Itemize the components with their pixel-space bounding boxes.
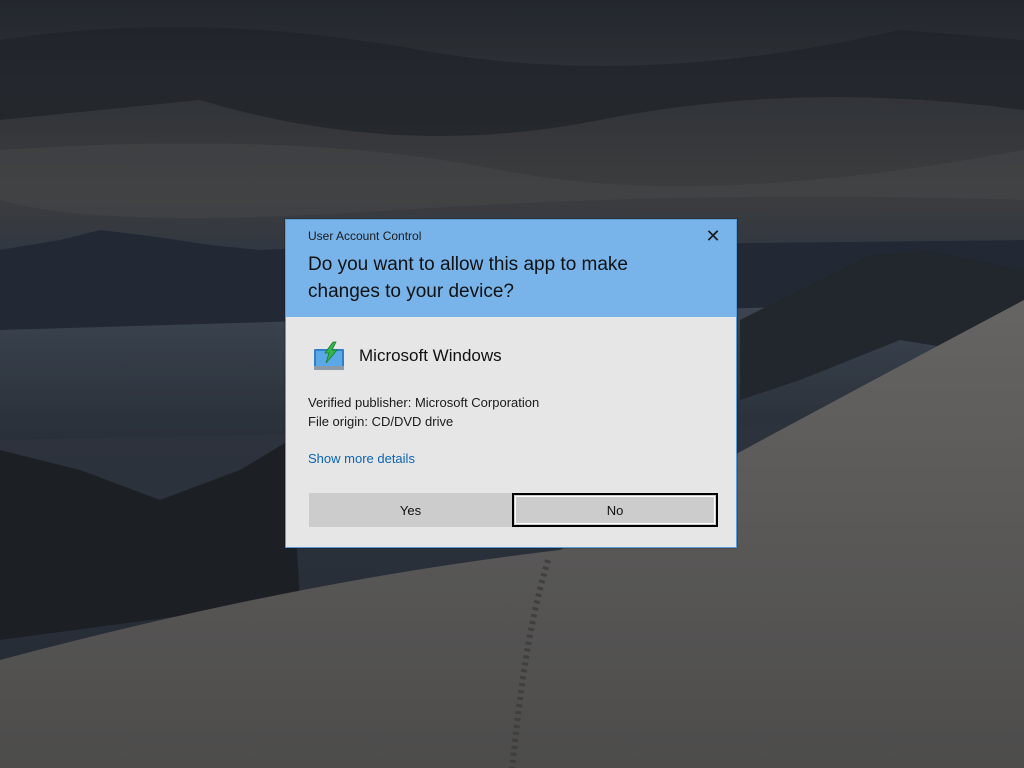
origin-line: File origin: CD/DVD drive <box>308 414 454 429</box>
publisher-line: Verified publisher: Microsoft Corporatio… <box>308 395 540 410</box>
yes-button[interactable]: Yes <box>309 493 512 527</box>
desktop-background: User Account Control ✕ Do you want to al… <box>0 0 1024 768</box>
app-row: Microsoft Windows <box>308 339 714 373</box>
uac-question: Do you want to allow this app to make ch… <box>308 254 629 302</box>
show-more-details-link[interactable]: Show more details <box>308 451 415 466</box>
app-name: Microsoft Windows <box>359 346 502 365</box>
dialog-buttons: Yes No <box>309 493 718 527</box>
windows-setup-icon <box>314 341 344 370</box>
dialog-title: User Account Control <box>308 229 422 243</box>
close-icon[interactable]: ✕ <box>702 226 724 246</box>
no-button[interactable]: No <box>512 493 718 527</box>
uac-dialog: User Account Control ✕ Do you want to al… <box>285 219 737 548</box>
uac-header: User Account Control ✕ Do you want to al… <box>286 220 736 317</box>
publisher-info: Verified publisher: Microsoft Corporatio… <box>308 393 714 431</box>
uac-body: Microsoft Windows Verified publisher: Mi… <box>286 339 736 468</box>
